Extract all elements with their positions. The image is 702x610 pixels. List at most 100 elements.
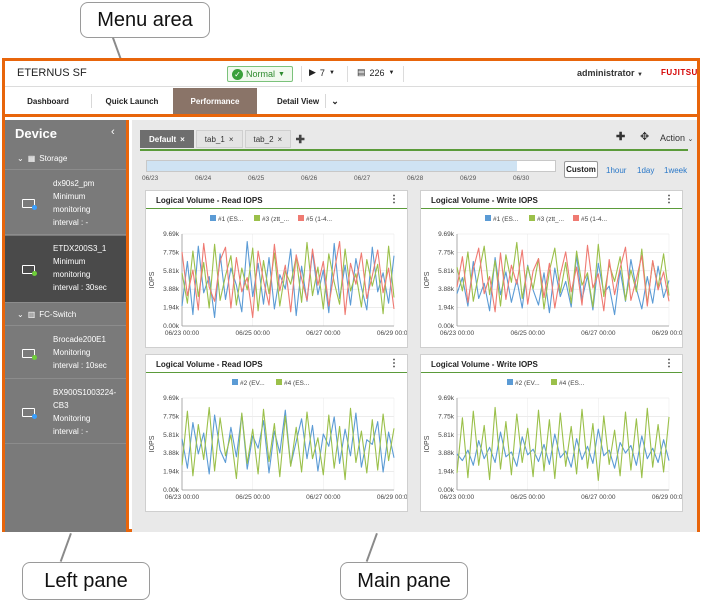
more-options-icon[interactable]: ⋮ [664, 358, 674, 369]
device-line: CB3 [53, 401, 69, 410]
iops-chart: #2 (EV... #4 (ES... 9.69k 7.75k 5.81k 3.88k 1.… [424, 379, 682, 501]
graph-panel: Logical Volume - Read IOPS ⋮ #2 (EV... #4… [145, 354, 408, 512]
range-1week-link[interactable]: 1week [664, 166, 687, 175]
timeline-label: 06/28 [407, 175, 424, 182]
menu-area-callout: Menu area [80, 2, 210, 38]
y-axis-label: IOPS [149, 435, 156, 452]
x-tick-label: 06/27 00:00 [581, 494, 616, 501]
legend-swatch [276, 379, 282, 385]
tab-default[interactable]: Default × [140, 130, 194, 148]
device-line: interval : 30sec [53, 283, 107, 292]
left-pane-pointer [59, 533, 72, 562]
collapse-pane-icon[interactable]: ‹ [111, 126, 115, 138]
more-options-icon[interactable]: ⋮ [389, 358, 399, 369]
y-tick-label: 7.75k [163, 249, 180, 256]
divider [301, 66, 302, 82]
action-menu[interactable]: Action ⌄ [660, 133, 693, 143]
sidebar-group-storage[interactable]: ⌄ ▦ Storage [5, 148, 126, 170]
events-button[interactable]: ▤ 226 ▼ [357, 67, 395, 78]
menu-area-label: Menu area [97, 8, 193, 31]
x-tick-label: 06/25 00:00 [235, 494, 270, 501]
close-icon[interactable]: × [180, 135, 185, 144]
x-tick-label: 06/29 00:00 [377, 330, 407, 337]
y-tick-label: 0.00k [438, 487, 455, 494]
tab-dashboard[interactable]: Dashboard [5, 88, 91, 114]
panel-header: Logical Volume - Read IOPS ⋮ [146, 355, 407, 373]
graph-panel: Logical Volume - Write IOPS ⋮ #2 (EV... #… [420, 354, 683, 512]
x-tick-label: 06/23 00:00 [165, 494, 200, 501]
legend-swatch [210, 215, 216, 221]
y-tick-label: 3.88k [438, 450, 455, 457]
x-tick-label: 06/23 00:00 [440, 330, 475, 337]
legend-label: #5 (1-4... [581, 216, 607, 223]
legend-label: #2 (EV... [515, 380, 540, 387]
chart-title: Logical Volume - Read IOPS [156, 196, 263, 205]
x-tick-label: 06/27 00:00 [306, 330, 341, 337]
more-options-icon[interactable]: ⋮ [664, 194, 674, 205]
more-options-icon[interactable]: ⋮ [389, 194, 399, 205]
sidebar-device-item[interactable]: Brocade200E1 Monitoring interval : 10sec [5, 327, 126, 379]
sidebar-device-item[interactable]: BX900S1003224- CB3 Monitoring interval :… [5, 380, 126, 444]
range-1day-link[interactable]: 1day [637, 166, 654, 175]
button-label: Custom [566, 165, 596, 174]
storage-icon: ▦ [27, 154, 36, 163]
device-line: monitoring [53, 270, 91, 279]
running-jobs-count: 7 [319, 67, 325, 78]
device-line: ETDX200S3_1 [53, 244, 107, 253]
custom-range-button[interactable]: Custom [564, 161, 598, 178]
legend-swatch [551, 379, 557, 385]
iops-chart: #1 (ES... #3 (ztt_... #5 (1-4... 9.69k 7.75k… [424, 215, 682, 337]
x-tick-label: 06/29 00:00 [652, 330, 682, 337]
tab-quick-launch[interactable]: Quick Launch [91, 88, 173, 114]
sidebar-device-item-active[interactable]: ETDX200S3_1 Minimum monitoring interval … [5, 236, 126, 303]
detail-view-dropdown[interactable]: ⌄ [327, 88, 343, 114]
tab-label: Default [149, 134, 177, 144]
tab-2[interactable]: tab_2 × [244, 130, 292, 148]
legend-label: #4 (ES... [559, 380, 584, 387]
timeline-labels: 06/23 06/24 06/25 06/26 06/27 06/28 06/2… [142, 175, 562, 185]
action-label: Action [660, 133, 686, 143]
x-tick-label: 06/27 00:00 [306, 494, 341, 501]
device-line: Monitoring [53, 348, 91, 357]
range-1hour-link[interactable]: 1hour [606, 166, 626, 175]
fujitsu-logo: FUJITSU [661, 68, 698, 77]
add-graph-icon[interactable]: ✚ [616, 130, 625, 143]
legend-swatch [254, 215, 260, 221]
y-axis-label: IOPS [424, 271, 431, 288]
y-tick-label: 7.75k [438, 413, 455, 420]
sidebar-device-item[interactable]: dx90s2_pm Minimum monitoring interval : … [5, 171, 126, 235]
tab-label: Quick Launch [105, 96, 159, 106]
legend-label: #2 (EV... [240, 380, 265, 387]
tab-underline [140, 149, 688, 151]
close-icon[interactable]: × [278, 135, 283, 144]
sidebar-group-fc-switch[interactable]: ⌄ ▥ FC-Switch [5, 304, 126, 326]
tab-1[interactable]: tab_1 × [195, 130, 243, 148]
legend-swatch [485, 215, 491, 221]
tab-label: Dashboard [27, 96, 69, 106]
running-jobs-button[interactable]: ▶ 7 ▼ [309, 67, 335, 78]
switch-icon: ▥ [27, 310, 36, 319]
legend-label: #4 (ES... [284, 380, 309, 387]
close-icon[interactable]: × [229, 135, 234, 144]
tab-performance[interactable]: Performance [173, 88, 257, 114]
timeline-label: 06/29 [460, 175, 477, 182]
add-tab-button[interactable]: ✚ [293, 130, 307, 148]
main-pane-pointer [365, 533, 378, 562]
x-tick-label: 06/23 00:00 [165, 330, 200, 337]
storage-device-icon [22, 265, 37, 276]
main-pane-label: Main pane [357, 569, 451, 592]
left-pane-callout: Left pane [22, 562, 150, 600]
user-menu[interactable]: administrator ▼ [577, 68, 643, 78]
move-icon[interactable]: ✥ [640, 130, 649, 143]
chevron-down-icon: ▼ [637, 72, 643, 78]
legend-swatch [232, 379, 238, 385]
legend-label: #3 (ztt_... [262, 216, 289, 223]
timeline-label: 06/26 [301, 175, 318, 182]
x-tick-label: 06/23 00:00 [440, 494, 475, 501]
time-range-selection[interactable] [147, 161, 517, 171]
device-line: interval : - [53, 427, 89, 436]
divider [325, 94, 326, 108]
time-range-slider[interactable] [146, 160, 556, 172]
status-button[interactable]: ✓ Normal ▼ [227, 66, 293, 82]
y-tick-label: 1.94k [438, 469, 455, 476]
